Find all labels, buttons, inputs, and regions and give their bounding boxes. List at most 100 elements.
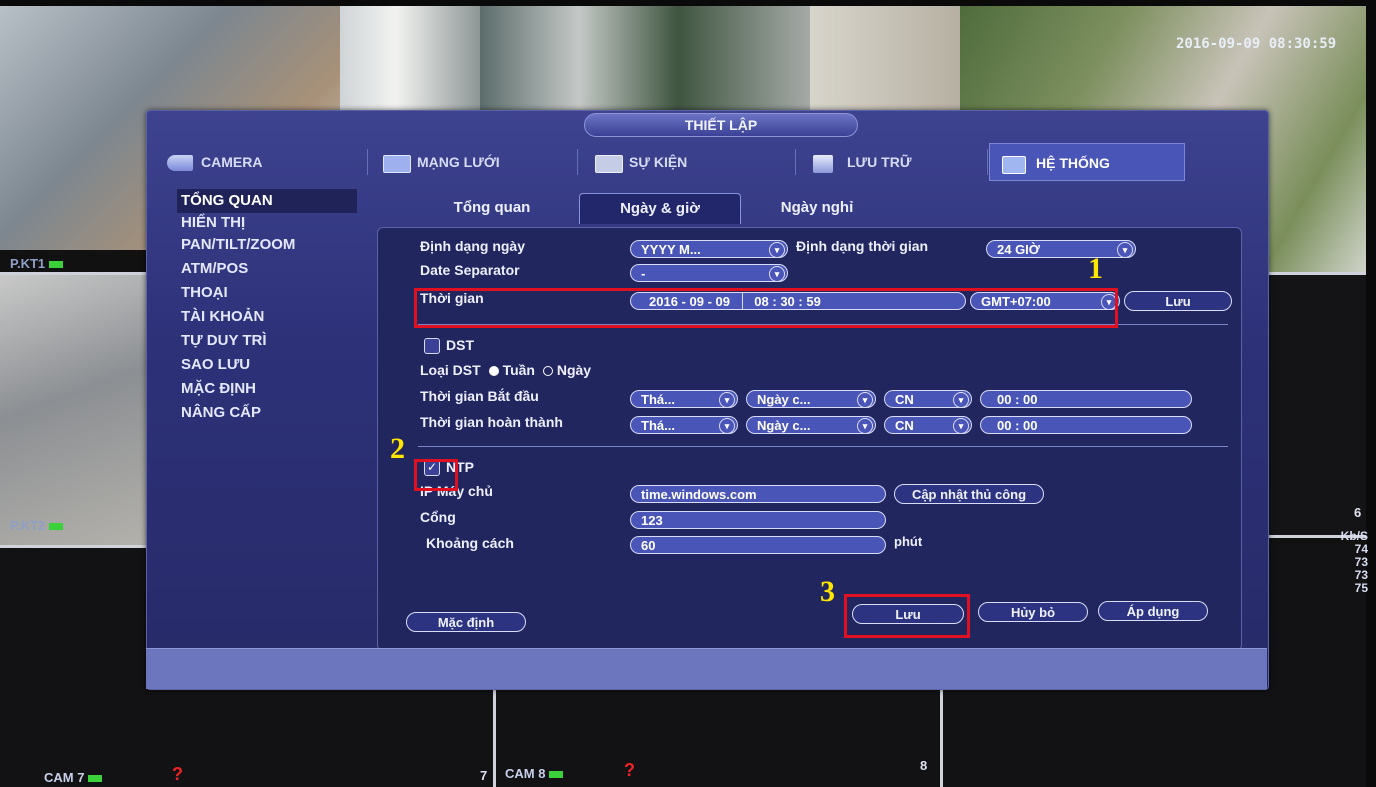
ntp-port-input[interactable]: 123 [630, 511, 886, 529]
chevron-down-icon: ▾ [769, 266, 785, 282]
cancel-button[interactable]: Hủy bỏ [978, 602, 1088, 622]
dst-day-radio[interactable] [542, 366, 553, 377]
dst-type-label: Loại DST [420, 362, 481, 378]
dst-start-time-input[interactable]: 00 : 00 [980, 390, 1192, 408]
dst-end-month-select[interactable]: Thá... ▾ [630, 416, 738, 434]
date-separator-select[interactable]: - ▾ [630, 264, 788, 282]
subtab-date-time[interactable]: Ngày & giờ [579, 193, 741, 224]
dst-end-minute: 00 [1023, 418, 1038, 433]
tab-separator [795, 149, 796, 175]
tab-storage[interactable]: LƯU TRỮ [801, 143, 981, 181]
timestamp: 2016-09-09 08:30:59 [1176, 36, 1337, 52]
tab-separator [577, 149, 578, 175]
camera-label-pkt2: P.KT2 [10, 518, 64, 533]
default-button[interactable]: Mặc định [406, 612, 526, 632]
dst-start-month-select[interactable]: Thá... ▾ [630, 390, 738, 408]
ntp-server-input[interactable]: time.windows.com [630, 485, 886, 503]
annotation-number-1: 1 [1088, 252, 1103, 285]
storage-icon [813, 155, 833, 173]
no-signal-icon: ? [624, 760, 635, 780]
camera-name: CAM 7 [44, 770, 85, 785]
dst-end-weekday-select[interactable]: CN ▾ [884, 416, 972, 434]
camera-label-cam8: CAM 8 [505, 766, 564, 781]
camera-name: CAM 8 [505, 766, 546, 781]
sidebar-item-display[interactable]: HIỂN THỊ [177, 213, 357, 233]
tab-system[interactable]: HỆ THỐNG [989, 143, 1185, 181]
dst-end-time-input[interactable]: 00 : 00 [980, 416, 1192, 434]
sidebar-item-upgrade[interactable]: NÂNG CẤP [177, 401, 357, 425]
divider-2 [418, 446, 1228, 447]
monitor-right-edge [1366, 0, 1376, 787]
bitrate-panel: Kb/S 74 73 73 75 [1340, 530, 1368, 595]
dst-end-month: Thá... [641, 418, 675, 433]
tab-separator [987, 149, 988, 175]
tab-label: HỆ THỐNG [1036, 155, 1110, 171]
camera-feed-2 [340, 0, 480, 118]
manual-update-button[interactable]: Cập nhật thủ công [894, 484, 1044, 504]
sidebar-item-overview[interactable]: TỔNG QUAN [177, 189, 357, 213]
time-format-value: 24 GIỜ [997, 242, 1040, 257]
dst-week-radio[interactable] [488, 366, 499, 377]
dst-end-weekday: CN [895, 418, 914, 433]
chevron-down-icon: ▾ [857, 392, 873, 408]
dst-checkbox[interactable] [424, 338, 440, 354]
sidebar-item-default[interactable]: MẶC ĐỊNH [177, 377, 357, 401]
camera-icon [167, 155, 193, 171]
grid-line-6 [1267, 272, 1376, 275]
tab-events[interactable]: SỰ KIỆN [583, 143, 783, 181]
dst-start-week: Ngày c... [757, 392, 811, 407]
dst-end-hour: 00 [997, 418, 1012, 433]
record-indicator-icon [549, 771, 564, 779]
colon: : [1015, 418, 1024, 433]
grid-line-2 [940, 688, 943, 787]
channel-number-7: 7 [480, 768, 488, 783]
chevron-down-icon: ▾ [719, 392, 735, 408]
bitrate-value: 75 [1354, 581, 1368, 595]
ntp-interval-value: 60 [641, 538, 656, 553]
dst-start-week-select[interactable]: Ngày c... ▾ [746, 390, 876, 408]
camera-feed-4 [810, 0, 960, 118]
date-format-label: Định dạng ngày [420, 238, 525, 254]
tab-camera[interactable]: CAMERA [155, 143, 360, 181]
sidebar-item-voice[interactable]: THOẠI [177, 281, 357, 305]
ntp-interval-unit: phút [894, 534, 923, 549]
subtab-holiday[interactable]: Ngày nghỉ [757, 193, 877, 223]
main-tab-bar: CAMERA MẠNG LƯỚI SỰ KIỆN LƯU TRỮ HỆ THỐN… [155, 143, 1259, 181]
settings-dialog: THIẾT LẬP CAMERA MẠNG LƯỚI SỰ KIỆN LƯU T… [146, 110, 1269, 690]
sidebar-item-account[interactable]: TÀI KHOẢN [177, 305, 357, 329]
sidebar-item-backup[interactable]: SAO LƯU [177, 353, 357, 377]
annotation-number-3: 3 [820, 575, 835, 608]
dst-end-week: Ngày c... [757, 418, 811, 433]
channel-number-6: 6 [1354, 505, 1362, 520]
dst-type-row: Loại DST Tuần Ngày [420, 362, 591, 378]
dst-start-minute: 00 [1023, 392, 1038, 407]
dst-end-label: Thời gian hoàn thành [420, 414, 563, 430]
dst-end-week-select[interactable]: Ngày c... ▾ [746, 416, 876, 434]
sidebar-item-auto-maintain[interactable]: TỰ DUY TRÌ [177, 329, 357, 353]
time-format-select[interactable]: 24 GIỜ ▾ [986, 240, 1136, 258]
ntp-interval-input[interactable]: 60 [630, 536, 886, 554]
subtab-overview[interactable]: Tổng quan [417, 193, 567, 223]
event-icon [595, 155, 623, 173]
camera-name: P.KT1 [10, 256, 46, 271]
apply-button[interactable]: Áp dụng [1098, 601, 1208, 621]
chevron-down-icon: ▾ [857, 418, 873, 434]
dst-start-weekday-select[interactable]: CN ▾ [884, 390, 972, 408]
tab-label: MẠNG LƯỚI [417, 154, 500, 170]
tab-network[interactable]: MẠNG LƯỚI [371, 143, 571, 181]
annotation-box-2 [414, 459, 458, 491]
tab-label: CAMERA [201, 154, 263, 170]
camera-label-cam7: CAM 7 [44, 770, 103, 785]
save-time-button[interactable]: Lưu [1124, 291, 1232, 311]
camera-name: P.KT2 [10, 518, 46, 533]
camera-feed-7 [1267, 275, 1376, 535]
ntp-interval-label: Khoảng cách [426, 535, 514, 551]
dst-start-month: Thá... [641, 392, 675, 407]
no-signal-icon: ? [172, 764, 183, 784]
annotation-box-1 [414, 288, 1118, 328]
date-separator-label: Date Separator [420, 262, 520, 278]
date-format-select[interactable]: YYYY M... ▾ [630, 240, 788, 258]
sidebar: TỔNG QUAN HIỂN THỊ PAN/TILT/ZOOM ATM/POS… [177, 189, 357, 425]
sidebar-item-ptz[interactable]: PAN/TILT/ZOOM [177, 233, 357, 257]
sidebar-item-atm-pos[interactable]: ATM/POS [177, 257, 357, 281]
